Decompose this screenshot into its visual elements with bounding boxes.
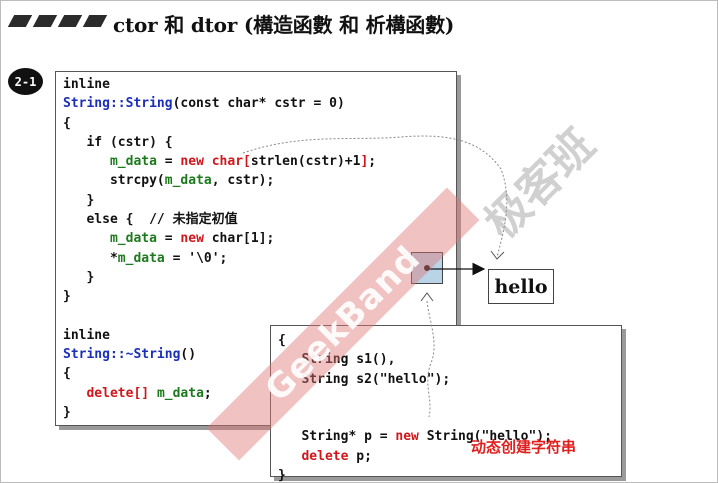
code-token: { (63, 366, 71, 382)
code-token: String* p = (278, 429, 396, 445)
title-bar-3 (57, 15, 83, 27)
code-token: m_data (164, 173, 212, 189)
code-token: delete[] (86, 385, 150, 401)
code-token: { (63, 115, 71, 131)
code-token: * (63, 250, 118, 266)
code-token: strcpy( (63, 173, 165, 189)
code-token: p; (348, 448, 372, 464)
code-token: } (63, 289, 71, 305)
slide: ctor 和 dtor (構造函數 和 析構函數) 2-1 inline Str… (0, 0, 718, 483)
code-token: } (63, 405, 71, 421)
code-token: inline (63, 327, 110, 343)
code-token: = (156, 231, 181, 247)
code-token: = '\0'; (164, 250, 228, 266)
code-token: () (180, 347, 197, 363)
code-token: m_data (109, 231, 157, 247)
code-token: } (63, 269, 95, 285)
code-token: } (278, 468, 286, 483)
code-token: char[1]; (203, 231, 275, 247)
dynamic-string-note: 动态创建字符串 (471, 438, 577, 456)
title-bar-1 (7, 15, 33, 27)
hello-string-box: hello (488, 269, 554, 304)
code-token: strlen(cstr)+1 (250, 154, 361, 170)
code-token: ; (203, 385, 212, 401)
code-token: delete (301, 448, 349, 464)
code-token: inline (63, 77, 110, 92)
code-token: m_data (117, 250, 165, 266)
code-token: m_data (109, 154, 157, 170)
slide-title: ctor 和 dtor (構造函數 和 析構函數) (113, 13, 455, 37)
code-token: = (156, 154, 181, 170)
title-bar-4 (82, 15, 108, 27)
code-token: String::~String (63, 347, 181, 363)
curve-arrow-head-hello (490, 250, 505, 260)
section-badge: 2-1 (8, 68, 43, 95)
code-token: new (180, 231, 204, 247)
code-token: , cstr); (211, 173, 275, 189)
title-bar-2 (32, 15, 58, 27)
geekband-cn-watermark: 极客班 (475, 119, 605, 249)
code-token: { (278, 333, 286, 348)
code-token: String::String (63, 96, 173, 112)
code-token: ; (368, 154, 377, 170)
code-token: } (63, 192, 95, 208)
code-token: if (cstr) { (63, 134, 173, 150)
code-token: else { // 未指定初值 (63, 212, 238, 228)
code-token: m_data (156, 385, 204, 401)
code-token: new (395, 429, 419, 445)
code-token: new char[ (180, 154, 251, 170)
code-token: (const char* cstr = 0) (172, 96, 345, 112)
